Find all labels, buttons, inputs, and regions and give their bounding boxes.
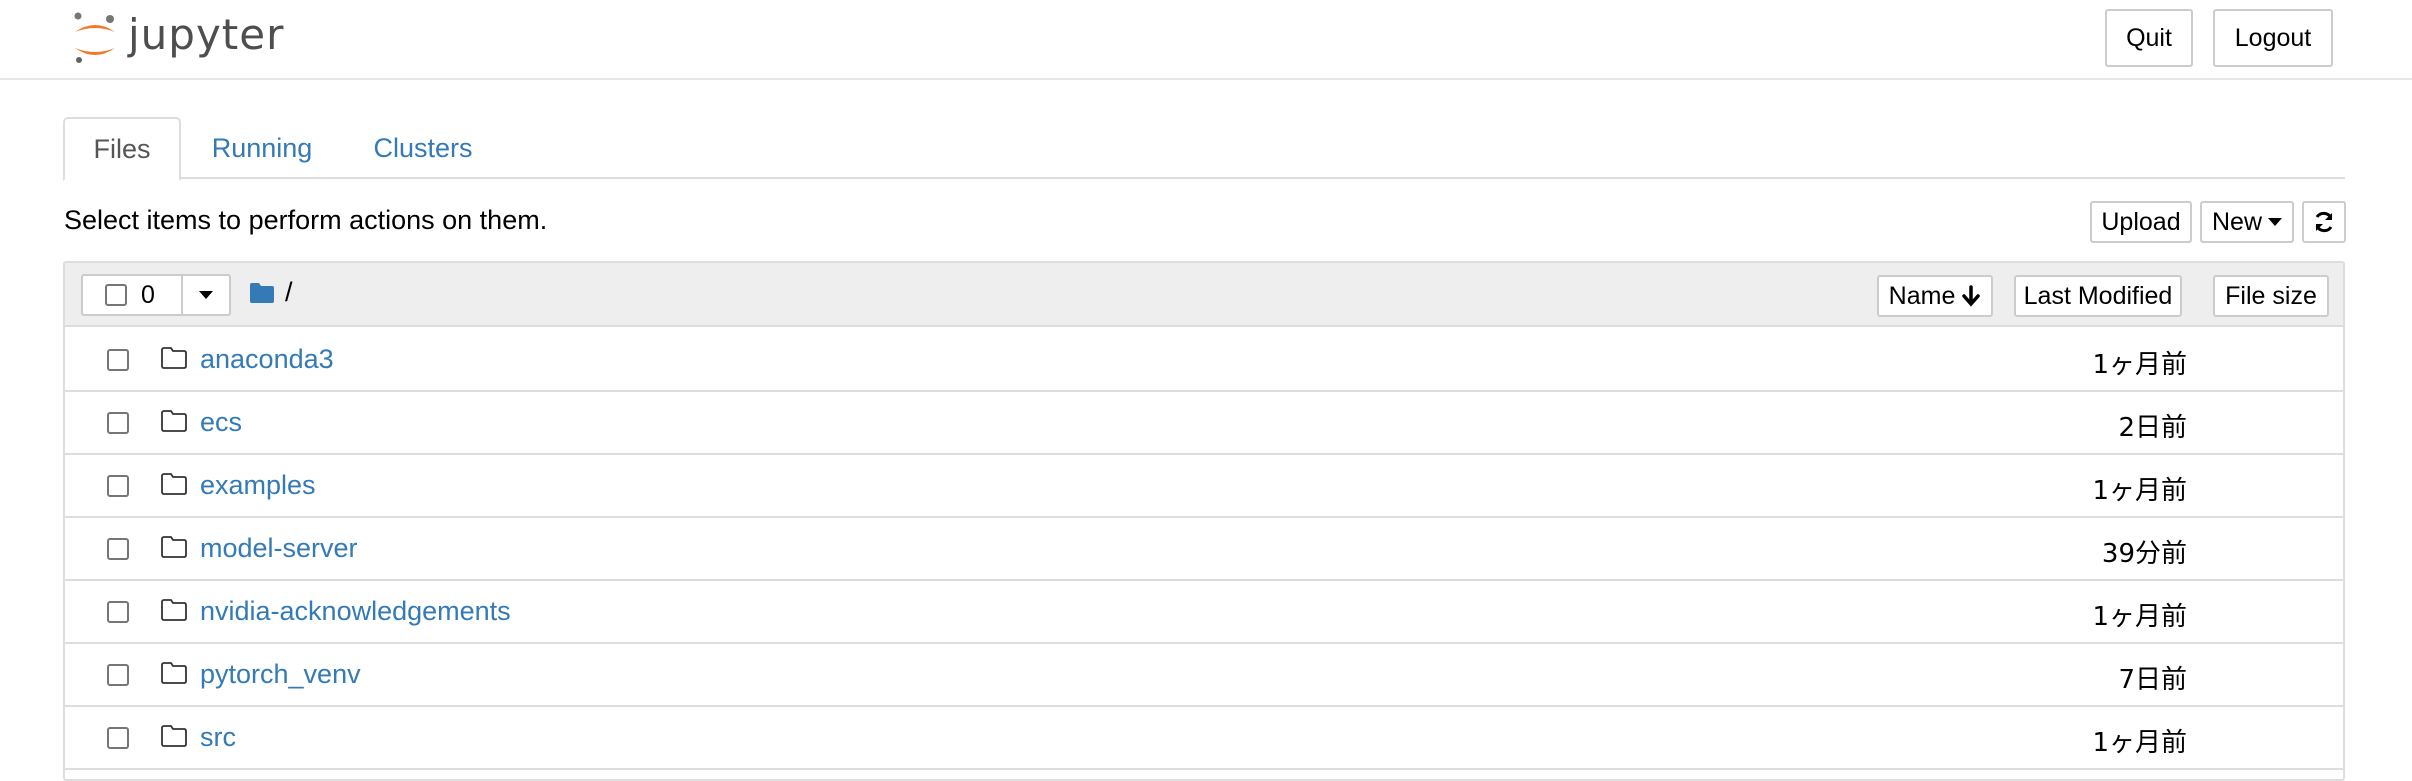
tab-files[interactable]: Files: [63, 117, 181, 181]
list-item[interactable]: pytorch_venv 7日前: [65, 644, 2343, 707]
select-all-toggle[interactable]: 0: [83, 276, 183, 314]
last-modified: 1ヶ月前: [2092, 602, 2187, 632]
folder-icon: [161, 536, 187, 558]
row-checkbox[interactable]: [107, 601, 129, 623]
list-item[interactable]: ecs 2日前: [65, 392, 2343, 455]
row-checkbox[interactable]: [107, 349, 129, 371]
last-modified: 2日前: [2118, 413, 2187, 443]
last-modified: 1ヶ月前: [2092, 350, 2187, 380]
quit-button[interactable]: Quit: [2105, 9, 2193, 67]
logout-button[interactable]: Logout: [2213, 9, 2333, 67]
sort-name-label: Name: [1888, 281, 1956, 310]
tab-bar: Files Running Clusters: [63, 117, 2345, 181]
selected-count: 0: [141, 280, 155, 309]
folder-icon: [161, 473, 187, 495]
breadcrumb-root[interactable]: /: [285, 277, 293, 308]
row-checkbox[interactable]: [107, 727, 129, 749]
folder-filled-icon[interactable]: [249, 282, 275, 304]
selection-instruction: Select items to perform actions on them.: [64, 205, 548, 235]
refresh-icon: [2315, 211, 2333, 233]
list-item[interactable]: examples 1ヶ月前: [65, 455, 2343, 518]
refresh-button[interactable]: [2302, 201, 2346, 243]
file-name-link[interactable]: ecs: [200, 407, 242, 438]
new-dropdown-button[interactable]: New: [2200, 201, 2294, 243]
select-all-checkbox[interactable]: [105, 284, 127, 306]
select-all-group: 0: [81, 274, 231, 316]
folder-icon: [161, 662, 187, 684]
sort-by-size-button[interactable]: File size: [2213, 275, 2329, 317]
row-checkbox[interactable]: [107, 538, 129, 560]
folder-icon: [161, 347, 187, 369]
tab-running[interactable]: Running: [197, 117, 327, 179]
list-item[interactable]: nvidia-acknowledgements 1ヶ月前: [65, 581, 2343, 644]
list-item[interactable]: model-server 39分前: [65, 518, 2343, 581]
caret-down-icon: [2268, 218, 2282, 226]
file-name-link[interactable]: src: [200, 722, 236, 753]
folder-icon: [161, 599, 187, 621]
list-item[interactable]: anaconda3 1ヶ月前: [65, 329, 2343, 392]
list-item[interactable]: src 1ヶ月前: [65, 707, 2343, 770]
row-checkbox[interactable]: [107, 664, 129, 686]
file-name-link[interactable]: nvidia-acknowledgements: [200, 596, 511, 627]
logo-text: jupyter: [128, 9, 285, 59]
file-name-link[interactable]: model-server: [200, 533, 358, 564]
breadcrumb: /: [249, 277, 293, 308]
jupyter-logo-icon: [74, 12, 115, 63]
file-list-header: 0 / Name Last Modified File size: [65, 263, 2343, 327]
new-label: New: [2211, 207, 2262, 236]
last-modified: 1ヶ月前: [2092, 728, 2187, 758]
last-modified: 7日前: [2118, 665, 2187, 695]
folder-icon: [161, 725, 187, 747]
sort-by-modified-button[interactable]: Last Modified: [2014, 275, 2182, 317]
arrow-down-icon: [1962, 285, 1981, 307]
tab-clusters[interactable]: Clusters: [359, 117, 487, 179]
upload-button[interactable]: Upload: [2090, 201, 2192, 243]
caret-down-icon: [199, 291, 213, 299]
file-list: 0 / Name Last Modified File size anacond…: [63, 261, 2345, 781]
file-name-link[interactable]: anaconda3: [200, 344, 334, 375]
file-name-link[interactable]: pytorch_venv: [200, 659, 361, 690]
jupyter-logo[interactable]: jupyter: [70, 8, 290, 68]
row-checkbox[interactable]: [107, 412, 129, 434]
row-checkbox[interactable]: [107, 475, 129, 497]
top-header: jupyter Quit Logout: [0, 0, 2412, 80]
last-modified: 39分前: [2101, 539, 2187, 569]
select-menu-dropdown[interactable]: [183, 276, 229, 314]
last-modified: 1ヶ月前: [2092, 476, 2187, 506]
folder-icon: [161, 410, 187, 432]
file-name-link[interactable]: examples: [200, 470, 316, 501]
sort-by-name-button[interactable]: Name: [1877, 275, 1993, 317]
